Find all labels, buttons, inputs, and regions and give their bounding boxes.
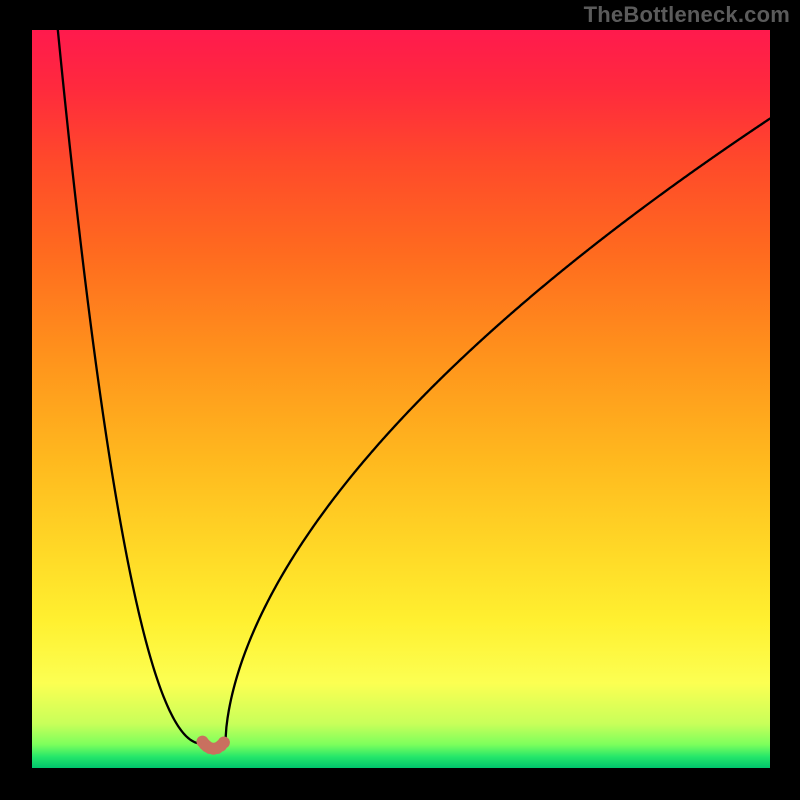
gradient-background [32, 30, 770, 768]
plot-area [32, 30, 770, 768]
chart-frame: TheBottleneck.com [0, 0, 800, 800]
valley-marker [218, 737, 230, 749]
watermark-label: TheBottleneck.com [584, 2, 790, 28]
plot-svg [32, 30, 770, 768]
